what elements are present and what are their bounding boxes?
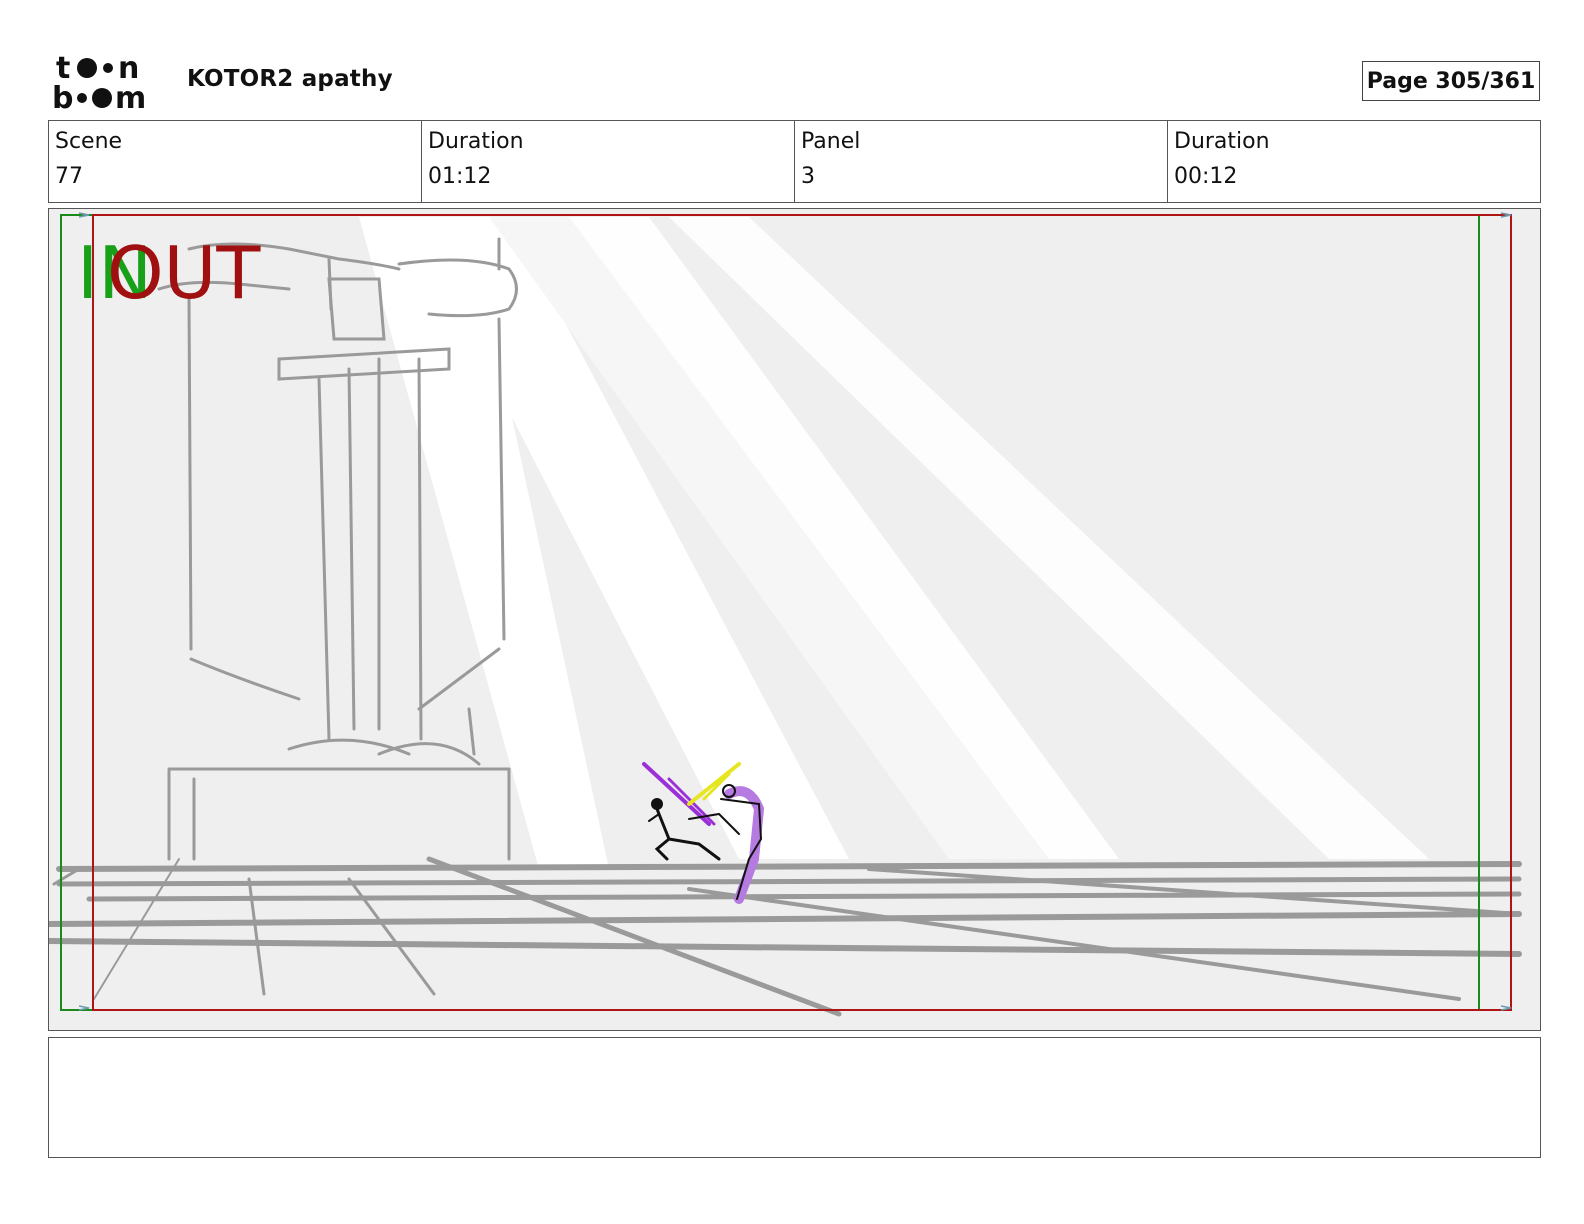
scene-duration-cell: Duration 01:12 (422, 121, 795, 202)
panel-duration-cell: Duration 00:12 (1168, 121, 1540, 202)
storyboard-panel: IN OUT (48, 208, 1541, 1031)
panel-value: 3 (801, 164, 815, 189)
scene-label: Scene (55, 129, 123, 154)
out-marker: OUT (107, 231, 261, 315)
svg-text:b: b (52, 81, 73, 112)
panel-label: Panel (801, 129, 861, 154)
scene-value: 77 (55, 164, 83, 189)
panel-cell: Panel 3 (795, 121, 1168, 202)
page-indicator: Page 305/361 (1362, 61, 1540, 101)
scene-info-table: Scene 77 Duration 01:12 Panel 3 Duration… (48, 120, 1541, 203)
panel-duration-value: 00:12 (1174, 164, 1238, 189)
panel-duration-label: Duration (1174, 129, 1270, 154)
scene-duration-label: Duration (428, 129, 524, 154)
project-title: KOTOR2 apathy (187, 66, 393, 92)
svg-text:m: m (115, 81, 146, 112)
panel-sketch (49, 209, 1540, 1030)
panel-notes-box[interactable] (48, 1037, 1541, 1158)
scene-duration-value: 01:12 (428, 164, 492, 189)
scene-cell: Scene 77 (49, 121, 422, 202)
toon-boom-logo: t n b m (52, 51, 146, 112)
